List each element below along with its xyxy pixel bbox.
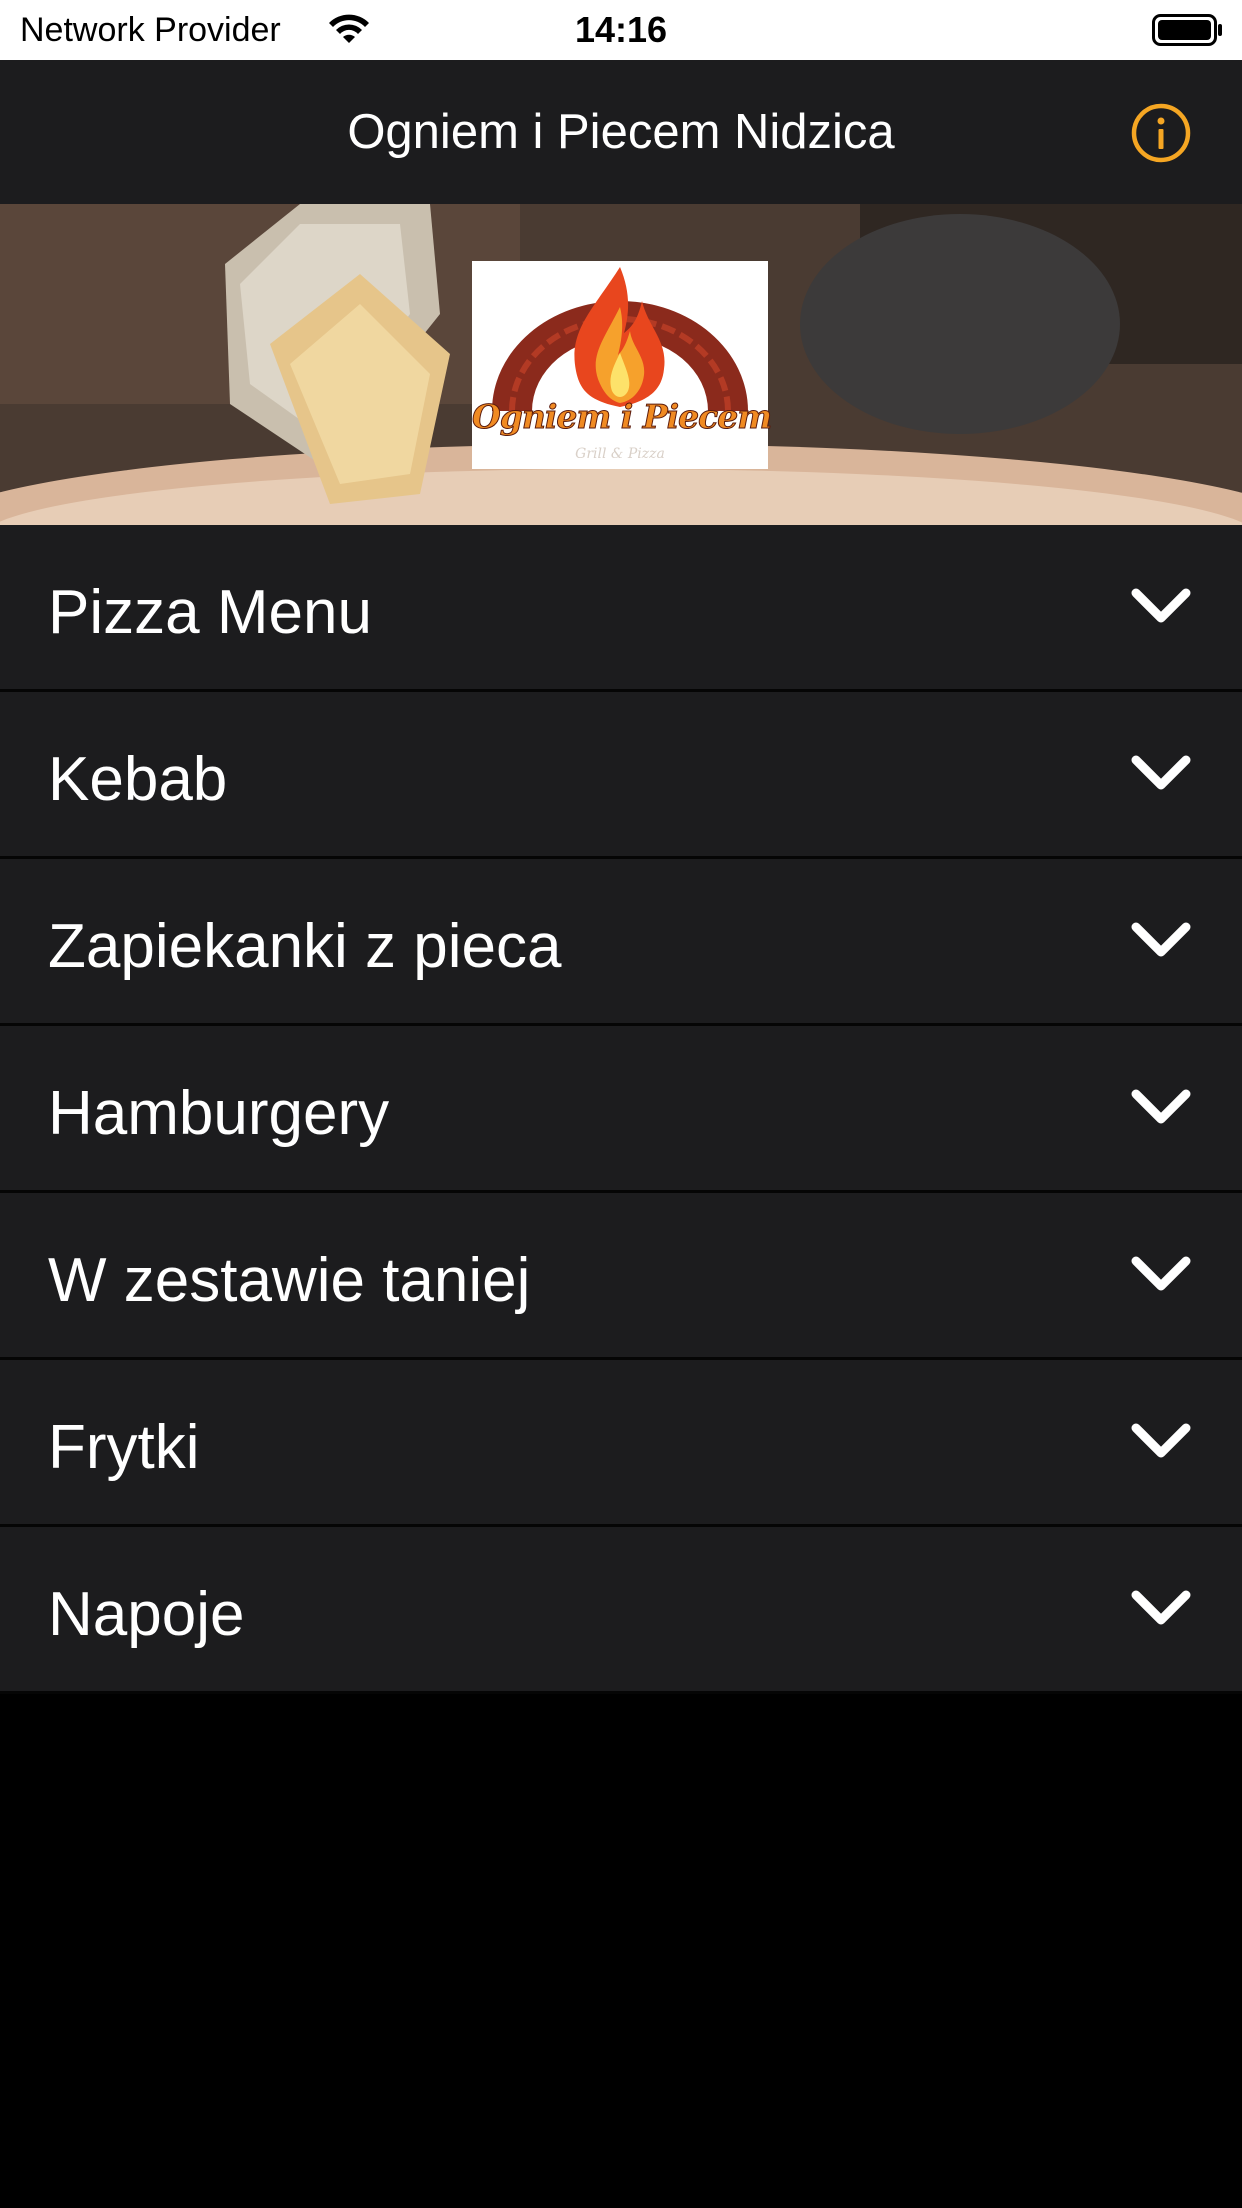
status-bar: Network Provider 14:16: [0, 0, 1242, 60]
battery-icon: [1152, 14, 1222, 46]
menu-category-hamburgery[interactable]: Hamburgery: [0, 1026, 1242, 1193]
menu-category-pizza-menu[interactable]: Pizza Menu: [0, 525, 1242, 692]
chevron-down-icon[interactable]: [1130, 919, 1192, 961]
menu-category-kebab[interactable]: Kebab: [0, 692, 1242, 859]
chevron-down-icon[interactable]: [1130, 1420, 1192, 1462]
info-icon[interactable]: [1130, 102, 1192, 164]
menu-category-list: Pizza Menu Kebab Zapiekanki z pieca Hamb…: [0, 525, 1242, 1694]
menu-category-label: W zestawie taniej: [48, 1246, 531, 1315]
menu-category-label: Kebab: [48, 745, 228, 814]
chevron-down-icon[interactable]: [1130, 1587, 1192, 1629]
menu-category-w-zestawie-taniej[interactable]: W zestawie taniej: [0, 1193, 1242, 1360]
chevron-down-icon[interactable]: [1130, 585, 1192, 627]
status-time: 14:16: [574, 9, 668, 50]
logo-text: Ogniem i Piecem: [472, 397, 773, 437]
page-title: Ogniem i Piecem Nidzica: [347, 105, 895, 159]
navigation-bar: Ogniem i Piecem Nidzica: [0, 60, 1242, 204]
menu-category-label: Pizza Menu: [48, 578, 372, 647]
menu-category-label: Frytki: [48, 1413, 200, 1482]
menu-category-label: Hamburgery: [48, 1079, 390, 1148]
chevron-down-icon[interactable]: [1130, 1253, 1192, 1295]
menu-category-napoje[interactable]: Napoje: [0, 1527, 1242, 1694]
menu-category-label: Napoje: [48, 1580, 245, 1649]
restaurant-logo: Ogniem i Piecem Grill & Pizza: [472, 261, 773, 469]
hero-banner: Ogniem i Piecem Grill & Pizza: [0, 204, 1242, 525]
menu-category-label: Zapiekanki z pieca: [48, 912, 562, 981]
logo-subtext: Grill & Pizza: [575, 446, 665, 462]
menu-category-zapiekanki[interactable]: Zapiekanki z pieca: [0, 859, 1242, 1026]
menu-category-frytki[interactable]: Frytki: [0, 1360, 1242, 1527]
chevron-down-icon[interactable]: [1130, 752, 1192, 794]
flame-logo-icon: [492, 267, 748, 412]
chevron-down-icon[interactable]: [1130, 1086, 1192, 1128]
